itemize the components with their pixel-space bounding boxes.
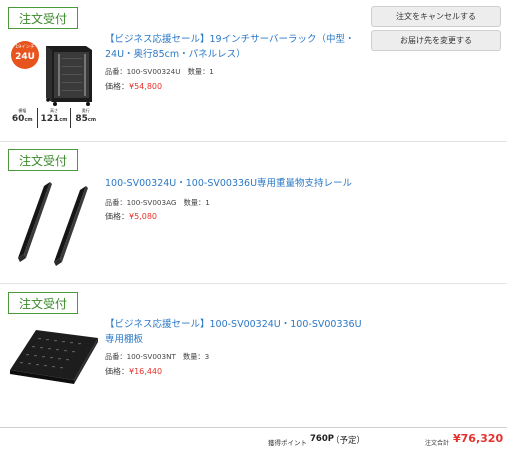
part-number: 品番：100-SV00324U (105, 67, 181, 76)
product-title-link[interactable]: 【ビジネス応援セール】19インチサーバーラック（中型・24U・奥行85cm・パネ… (105, 33, 365, 62)
product-title-link[interactable]: 【ビジネス応援セール】100-SV00324U・100-SV00336U専用棚板 (105, 318, 365, 347)
price-label: 価格： (105, 212, 129, 221)
product-title-link[interactable]: 100-SV00324U・100-SV00336U専用重量物支持レール (105, 177, 375, 192)
price-label: 価格： (105, 82, 129, 91)
dimension-value: 60cm (11, 114, 33, 124)
dimension-value: 121cm (40, 114, 68, 124)
order-status-badge: 注文受付 (8, 7, 79, 29)
price-value: ¥54,800 (129, 82, 163, 91)
dimension-row: 横幅 60cm 高さ 121cm 奥行 85cm (8, 108, 100, 128)
part-number: 品番：100-SV003NT (105, 352, 176, 361)
price-value: ¥16,440 (129, 367, 163, 376)
product-price: 価格：¥54,800 (105, 81, 162, 92)
dimension-depth: 奥行 85cm (71, 108, 100, 128)
rail-image (8, 176, 100, 268)
product-part-qty: 品番：100-SV003AG 数量：1 (105, 198, 210, 208)
part-number: 品番：100-SV003AG (105, 198, 177, 207)
quantity: 数量：3 (183, 352, 210, 361)
dimension-width: 横幅 60cm (8, 108, 38, 128)
order-status-badge: 注文受付 (8, 149, 79, 171)
product-part-qty: 品番：100-SV003NT 数量：3 (105, 352, 209, 362)
size-badge: 19インチ 24U (11, 41, 39, 69)
size-badge-main: 24U (15, 52, 35, 62)
item-divider (0, 283, 507, 284)
dimension-height: 高さ 121cm (38, 108, 72, 128)
cancel-order-button[interactable]: 注文をキャンセルする (371, 6, 501, 27)
dimension-value: 85cm (75, 114, 97, 124)
size-badge-top: 19インチ (15, 45, 35, 50)
quantity: 数量：1 (183, 198, 210, 207)
product-image-rails[interactable] (8, 176, 100, 268)
change-delivery-address-button[interactable]: お届け先を変更する (371, 30, 501, 51)
item-divider (0, 141, 507, 142)
points-note: （予定） (331, 436, 366, 446)
price-value: ¥5,080 (129, 212, 157, 221)
product-image-server-rack[interactable]: 19インチ 24U 横幅 60cm 高さ 121cm 奥行 85cm (8, 36, 100, 130)
quantity: 数量：1 (187, 67, 214, 76)
product-price: 価格：¥16,440 (105, 366, 162, 377)
product-part-qty: 品番：100-SV00324U 数量：1 (105, 67, 214, 77)
product-image-shelf[interactable] (8, 318, 100, 410)
order-status-badge: 注文受付 (8, 292, 79, 314)
shelf-image (8, 318, 100, 410)
points-label: 獲得ポイント (268, 439, 307, 447)
price-label: 価格： (105, 367, 129, 376)
order-total-value: ¥76,320 (453, 432, 504, 445)
order-total-label: 注文合計 (425, 440, 450, 447)
product-price: 価格：¥5,080 (105, 211, 157, 222)
